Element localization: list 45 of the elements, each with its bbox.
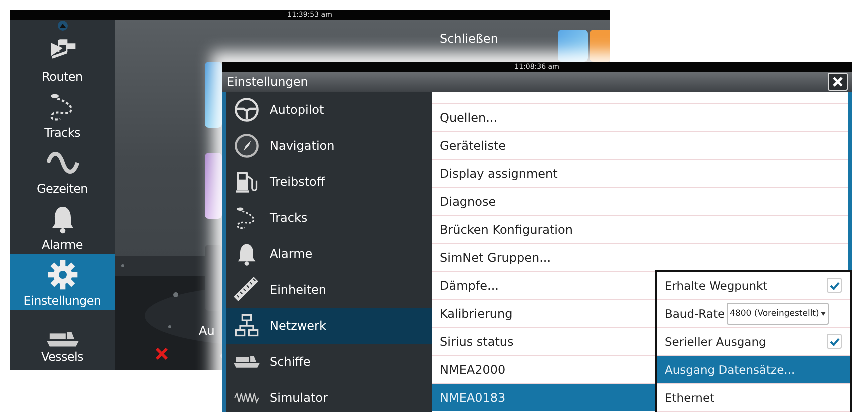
app-tile[interactable]	[205, 153, 222, 219]
option-label: Erhalte Wegpunkt	[665, 278, 768, 292]
menu-item[interactable]: Treibstoff	[226, 164, 432, 200]
close-icon[interactable]	[155, 347, 169, 361]
window-title: Einstellungen	[227, 75, 308, 89]
menu-item[interactable]: Schiffe	[226, 344, 432, 380]
sidebar-item[interactable]: Routen	[10, 30, 115, 86]
baud-rate-dropdown[interactable]: 4800 (Voreingestellt)	[727, 302, 830, 324]
steering-wheel-icon	[234, 97, 260, 123]
sidebar-item[interactable]: Alarme	[10, 198, 115, 254]
caret-icon	[821, 312, 826, 316]
checkbox[interactable]	[827, 278, 842, 293]
menu-item[interactable]: Simulator	[226, 380, 432, 412]
checkbox[interactable]	[827, 334, 842, 349]
sidebar-item[interactable]: Einstellungen	[10, 254, 115, 310]
menu-item[interactable]: Einheiten	[226, 272, 432, 308]
menu-item[interactable]: Navigation	[226, 128, 432, 164]
ship-icon	[46, 332, 78, 347]
menu-item[interactable]: Tracks	[226, 200, 432, 236]
chart-tile[interactable]	[558, 30, 588, 62]
app-tile[interactable]	[205, 245, 222, 311]
option-label: Ausgang Datensätze...	[665, 362, 796, 376]
popup-row[interactable]: Baud-Rate 4800 (Voreingestellt)	[657, 300, 850, 328]
menu-item[interactable]: Netzwerk	[226, 308, 432, 344]
tile-label: Au	[199, 324, 215, 338]
settings-icon	[46, 259, 78, 291]
network-icon	[234, 313, 260, 339]
sidebar-item[interactable]: Gezeiten	[10, 142, 115, 198]
close-icon	[832, 76, 844, 88]
app-tile[interactable]	[205, 62, 222, 128]
sidebar-item[interactable]: Tracks	[10, 86, 115, 142]
check-icon	[830, 280, 840, 290]
close-button[interactable]	[828, 73, 848, 91]
sidebar-item[interactable]: Vessels	[10, 310, 115, 366]
option-label: Baud-Rate	[665, 306, 726, 320]
option-label: Ethernet	[665, 390, 715, 404]
compass-icon	[234, 133, 260, 159]
menu-item[interactable]: Alarme	[226, 236, 432, 272]
close-link[interactable]: Schließen	[440, 32, 498, 46]
check-icon	[830, 336, 840, 346]
ship-icon	[234, 356, 260, 368]
menu-item[interactable]: Autopilot	[226, 92, 432, 128]
popup-row[interactable]: Ausgang Datensätze...	[657, 356, 850, 384]
app-tile[interactable]	[590, 30, 610, 62]
option-label: Serieller Ausgang	[665, 334, 766, 348]
